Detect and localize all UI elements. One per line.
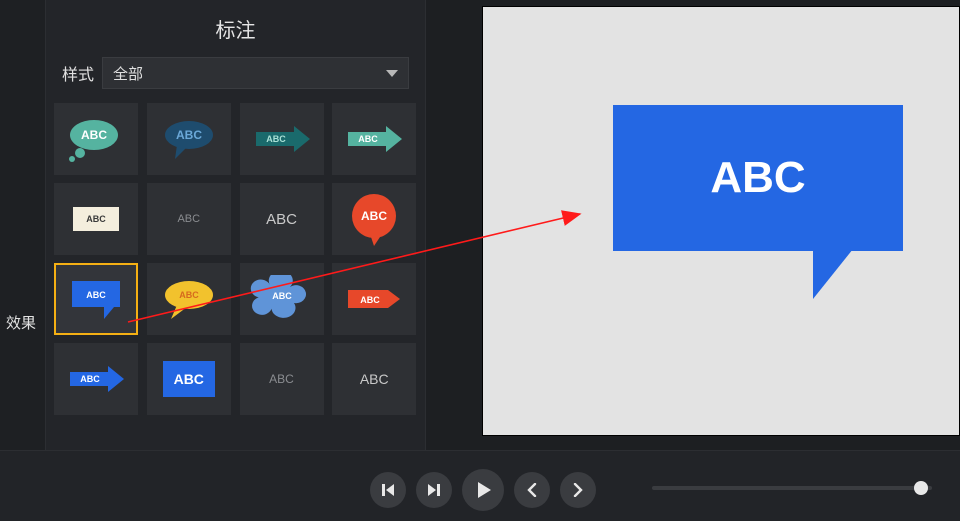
svg-text:ABC: ABC	[359, 134, 379, 144]
svg-text:ABC: ABC	[81, 128, 107, 142]
speech-rect-icon: ABC	[68, 277, 124, 321]
callout-item-oval-yellow[interactable]: ABC	[147, 263, 231, 335]
style-dropdown[interactable]: 全部	[102, 57, 409, 89]
speech-oval-icon: ABC	[157, 115, 221, 163]
sidebar-item-effects[interactable]: 效果	[6, 312, 36, 333]
svg-text:ABC: ABC	[176, 128, 202, 142]
callout-item-thought-teal[interactable]: ABC	[54, 103, 138, 175]
callout-item-rect-cream[interactable]: ABC	[54, 183, 138, 255]
speech-rect-icon: ABC	[613, 105, 903, 251]
style-label: 样式	[62, 61, 94, 85]
seek-knob[interactable]	[914, 481, 928, 495]
text-icon: ABC	[177, 213, 200, 225]
text-icon: ABC	[269, 372, 294, 386]
chevron-left-icon	[525, 483, 539, 497]
callout-item-rect-blue[interactable]: ABC	[147, 343, 231, 415]
preview-canvas[interactable]: ABC	[482, 6, 960, 436]
svg-text:ABC: ABC	[179, 290, 199, 300]
callout-item-oval-navy[interactable]: ABC	[147, 103, 231, 175]
callout-preview-text: ABC	[710, 153, 805, 203]
step-back-icon	[380, 482, 396, 498]
left-sidebar: 效果	[0, 0, 46, 450]
callout-item-text-3[interactable]: ABC	[240, 343, 324, 415]
svg-text:ABC: ABC	[80, 374, 100, 384]
thought-bubble-icon: ABC	[250, 275, 314, 323]
callout-item-text-4[interactable]: ABC	[332, 343, 416, 415]
text-icon: ABC	[266, 211, 297, 228]
rectangle-icon: ABC	[163, 361, 215, 397]
callout-grid: ABC ABC ABC	[46, 103, 425, 443]
callout-preview-object[interactable]: ABC	[613, 105, 903, 285]
callout-item-text-2[interactable]: ABC	[240, 183, 324, 255]
arrow-right-icon: ABC	[342, 124, 406, 154]
play-icon	[473, 480, 493, 500]
arrow-right-icon: ABC	[250, 124, 314, 154]
speech-oval-icon: ABC	[157, 275, 221, 323]
callout-item-rect-callout-blue[interactable]: ABC	[54, 263, 138, 335]
preview-area: ABC	[426, 0, 960, 450]
svg-text:ABC: ABC	[361, 295, 381, 305]
svg-text:ABC: ABC	[266, 134, 286, 144]
rectangle-icon: ABC	[73, 207, 119, 231]
chevron-right-icon	[571, 483, 585, 497]
chevron-down-icon	[386, 70, 398, 77]
step-back-button[interactable]	[370, 472, 406, 508]
playback-bar	[0, 450, 960, 521]
callout-item-thought-ltblue[interactable]: ABC	[240, 263, 324, 335]
callout-item-arrow-orange-tag[interactable]: ABC	[332, 263, 416, 335]
next-button[interactable]	[560, 472, 596, 508]
callout-item-arrow-teal-dark[interactable]: ABC	[240, 103, 324, 175]
style-filter-row: 样式 全部	[46, 53, 425, 103]
text-icon: ABC	[360, 371, 389, 387]
svg-text:ABC: ABC	[272, 291, 292, 301]
svg-text:ABC: ABC	[86, 290, 106, 300]
speech-oval-icon: ABC	[344, 192, 404, 246]
callout-item-text-1[interactable]: ABC	[147, 183, 231, 255]
step-fwd-icon	[426, 482, 442, 498]
arrow-right-icon: ABC	[64, 364, 128, 394]
callout-item-oval-orange[interactable]: ABC	[332, 183, 416, 255]
prev-button[interactable]	[514, 472, 550, 508]
play-button[interactable]	[462, 469, 504, 511]
panel-title: 标注	[46, 0, 425, 53]
thought-bubble-icon: ABC	[64, 115, 128, 163]
svg-text:ABC: ABC	[361, 209, 387, 223]
callout-item-arrow-teal-solid[interactable]: ABC	[332, 103, 416, 175]
callouts-panel: 标注 样式 全部 ABC	[46, 0, 426, 450]
callout-tail	[813, 249, 853, 299]
dropdown-value: 全部	[113, 63, 143, 84]
callout-item-arrow-blue-solid[interactable]: ABC	[54, 343, 138, 415]
step-fwd-button[interactable]	[416, 472, 452, 508]
seek-slider[interactable]	[652, 486, 932, 490]
arrow-tag-icon: ABC	[346, 288, 402, 310]
